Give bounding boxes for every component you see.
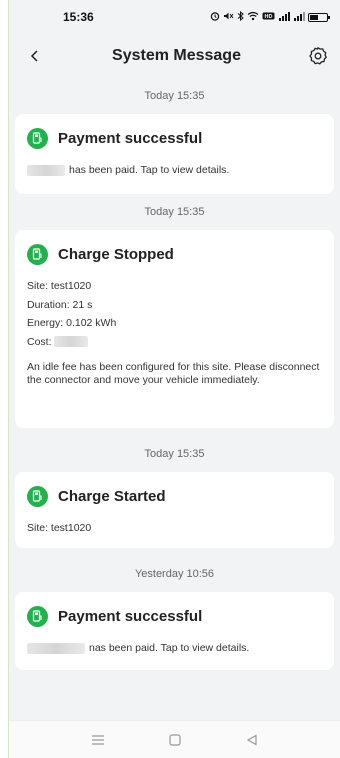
back-triangle-icon <box>246 733 257 746</box>
message-timestamp: Today 15:35 <box>144 90 205 102</box>
message-timestamp: Today 15:35 <box>144 448 205 460</box>
cost-label: Cost: <box>27 335 52 348</box>
wifi-icon <box>247 11 259 24</box>
home-button[interactable] <box>166 731 184 749</box>
card-title: Payment successful <box>58 130 203 147</box>
charger-icon <box>27 244 48 265</box>
card-body: nas been paid. Tap to view details. <box>27 639 322 658</box>
home-square-icon <box>168 733 181 746</box>
bluetooth-icon <box>237 10 244 24</box>
energy-line: Energy: 0.102 kWh <box>27 317 117 329</box>
message-timestamp: Yesterday 10:56 <box>134 568 215 580</box>
card-header: Charge Started <box>27 486 322 507</box>
top-navigation: System Message <box>9 34 340 78</box>
card-header: Charge Stopped <box>27 244 322 265</box>
redacted-cost <box>53 336 88 348</box>
status-time: 15:36 <box>63 10 94 24</box>
card-header: Payment successful <box>27 128 322 149</box>
back-nav-button[interactable] <box>243 731 261 749</box>
message-timestamp: Today 15:35 <box>144 206 205 218</box>
hd-label: HD <box>265 14 273 20</box>
menu-icon <box>91 734 104 745</box>
card-body-text: has been paid. Tap to view details. <box>69 164 230 176</box>
cost-line: Cost: <box>27 333 322 352</box>
app-frame: 15:36 HD System Message Today 15:35 Paym… <box>8 0 340 758</box>
charger-icon <box>27 486 48 507</box>
back-button[interactable] <box>23 44 47 68</box>
settings-button[interactable] <box>306 44 330 68</box>
charger-icon <box>27 606 48 627</box>
card-body-text: nas been paid. Tap to view details. <box>89 642 250 654</box>
site-line: Site: test1020 <box>27 522 92 534</box>
message-card-charge-started[interactable]: Charge Started Site: test1020 <box>15 472 334 548</box>
charger-icon <box>27 128 48 149</box>
message-list: Today 15:35 Payment successful has been … <box>9 78 340 670</box>
message-card-payment[interactable]: Payment successful has been paid. Tap to… <box>15 114 334 194</box>
card-body: has been paid. Tap to view details. <box>27 161 322 180</box>
site-line: Site: test1020 <box>27 280 92 292</box>
card-title: Charge Stopped <box>58 246 174 263</box>
duration-line: Duration: 21 s <box>27 298 93 311</box>
chevron-left-icon <box>30 50 38 62</box>
hd-icon: HD <box>262 11 275 24</box>
mute-icon <box>223 11 234 24</box>
card-header: Payment successful <box>27 606 322 627</box>
message-card-payment[interactable]: Payment successful nas been paid. Tap to… <box>15 592 334 670</box>
redacted-amount <box>27 164 65 176</box>
status-bar: 15:36 HD <box>9 0 340 34</box>
card-title: Payment successful <box>58 608 203 625</box>
redacted-amount <box>27 642 85 654</box>
status-icons: HD <box>210 10 330 24</box>
battery-icon <box>308 12 330 22</box>
gear-icon <box>309 46 327 65</box>
signal-icon <box>293 11 305 24</box>
signal-icon <box>278 11 290 24</box>
system-navigation-bar <box>9 720 340 758</box>
page-title: System Message <box>112 47 241 64</box>
message-card-charge-stopped[interactable]: Charge Stopped Site: test1020 Duration: … <box>15 230 334 428</box>
idle-fee-note: An idle fee has been configured for this… <box>27 361 320 386</box>
card-title: Charge Started <box>58 488 166 505</box>
alarm-icon <box>210 11 220 24</box>
menu-button[interactable] <box>89 731 107 749</box>
